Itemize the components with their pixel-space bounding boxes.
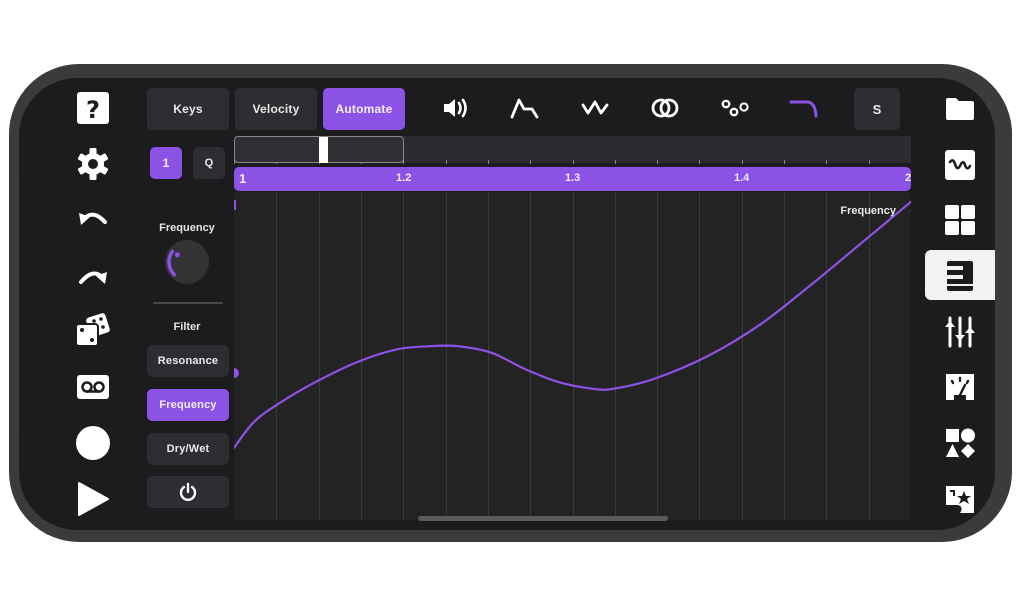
frequency-knob[interactable] [163,238,211,286]
grid-icon [945,205,975,235]
settings-button[interactable] [75,146,111,182]
synth-button[interactable] [943,148,977,182]
pads-button[interactable] [943,203,977,237]
timeline-ruler[interactable]: 1 1.2 1.3 1.4 2 [234,167,911,191]
lfo-button[interactable] [580,93,610,123]
power-icon [179,482,197,501]
power-button[interactable] [147,476,229,508]
piano-roll-button[interactable] [943,258,977,294]
play-icon [78,482,109,516]
section-label-filter: Filter [173,321,201,333]
help-button[interactable]: ? [75,90,111,126]
ruler-label: 1 [239,171,247,186]
solo-button[interactable]: S [854,88,900,130]
star-map-icon [946,486,974,513]
automation-graph [234,192,911,520]
quantize-button[interactable]: Q [193,147,225,179]
undo-button[interactable] [75,203,111,235]
tab-velocity[interactable]: Velocity [235,88,317,130]
piano-keys-icon [947,261,973,291]
knob-dial [165,240,209,284]
envelope-button[interactable] [510,93,540,123]
param-drywet-button[interactable]: Dry/Wet [147,433,229,465]
dice-icon [75,313,110,347]
folder-icon [946,98,974,120]
play-button[interactable] [75,480,111,518]
envelope-icon [510,98,539,119]
tab-automate[interactable]: Automate [323,88,405,130]
filter-curve-icon [789,100,818,118]
ruler-label: 1.4 [734,172,750,184]
gauge-icon [946,374,974,400]
ruler-label: 2 [905,172,912,184]
chorus-rings-icon [651,98,679,118]
volume-button[interactable] [441,93,471,123]
playhead-marker[interactable] [319,137,328,163]
filter-button[interactable] [789,93,819,123]
randomize-button[interactable] [74,312,112,350]
track-number-button[interactable]: 1 [150,147,182,179]
redo-icon [79,271,107,284]
value-handle[interactable] [234,368,239,378]
meter-button[interactable] [943,370,977,404]
knob-indicator [174,252,180,258]
delay-button[interactable] [720,93,750,123]
files-button[interactable] [943,94,977,124]
loop-button[interactable] [75,372,111,402]
loop-start-marker [234,200,236,210]
shapes-icon [946,428,975,458]
lfo-wave-icon [581,100,609,115]
record-icon [76,426,110,460]
redo-button[interactable] [75,260,111,292]
ruler-label: 1.3 [565,172,581,184]
automation-curve[interactable] [234,200,911,449]
divider [153,302,223,304]
waveform-icon [945,150,975,180]
undo-icon [79,212,107,225]
tab-keys[interactable]: Keys [147,88,229,130]
sounds-button[interactable] [943,426,977,460]
mixer-button[interactable] [943,314,977,350]
home-indicator[interactable] [418,516,668,521]
automation-lane[interactable]: Frequency [234,192,911,520]
record-button[interactable] [74,424,112,462]
volume-icon [444,98,467,118]
param-resonance-button[interactable]: Resonance [147,345,229,377]
knob-label: Frequency [159,222,215,234]
chorus-button[interactable] [650,93,680,123]
favorites-button[interactable] [943,482,977,516]
question-mark-icon: ? [77,92,109,124]
param-frequency-button[interactable]: Frequency [147,389,229,421]
sliders-icon [945,316,975,348]
gear-icon [77,148,109,180]
cassette-icon [77,375,109,399]
svg-text:?: ? [86,96,100,124]
lane-label: Frequency [840,205,896,217]
delay-dots-icon [721,99,749,117]
ruler-label: 1.2 [396,172,412,184]
